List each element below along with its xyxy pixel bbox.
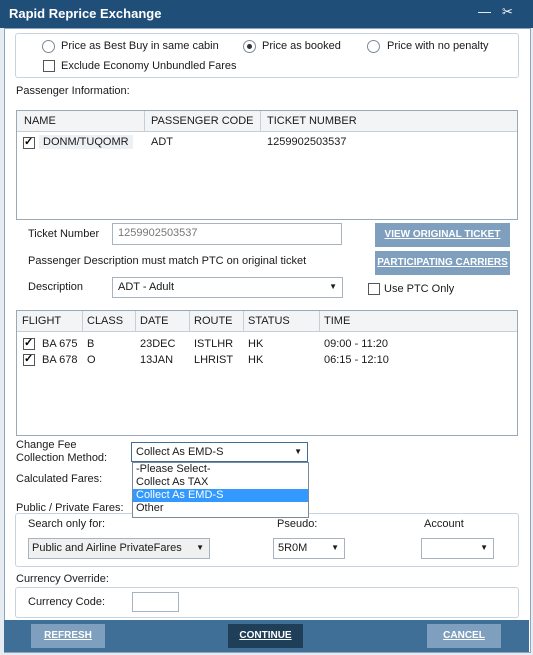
search-only-label: Search only for:	[28, 518, 106, 530]
pricing-options-panel: Price as Best Buy in same cabin Price as…	[15, 33, 519, 78]
footer-bar: REFRESH CONTINUE CANCEL	[4, 620, 529, 652]
pseudo-select[interactable]: 5R0M ▼	[273, 538, 345, 559]
refresh-button[interactable]: REFRESH	[31, 624, 105, 648]
passenger-code: ADT	[151, 136, 173, 148]
flight-route: LHRIST	[194, 354, 234, 366]
cancel-button[interactable]: CANCEL	[427, 624, 501, 648]
view-original-ticket-button[interactable]: VIEW ORIGINAL TICKET	[375, 223, 510, 247]
exclude-unbundled-checkbox[interactable]	[43, 60, 55, 73]
chevron-down-icon: ▼	[294, 447, 302, 456]
col-status: STATUS	[248, 315, 290, 327]
flight-row-checkbox[interactable]	[23, 352, 35, 367]
currency-code-label: Currency Code:	[28, 596, 106, 608]
currency-override-label: Currency Override:	[16, 573, 109, 585]
title-bar: Rapid Reprice Exchange — ✂	[0, 0, 533, 28]
flight-status: HK	[248, 338, 264, 350]
col-class: CLASS	[87, 315, 124, 327]
chevron-down-icon: ▼	[331, 543, 339, 552]
dropdown-option[interactable]: Collect As TAX	[133, 476, 308, 489]
radio-as-booked[interactable]	[243, 40, 256, 53]
radio-best-buy[interactable]	[42, 40, 55, 53]
calculated-fares-label: Calculated Fares:	[16, 473, 103, 485]
description-label: Description	[28, 281, 84, 293]
flight-number: BA 675	[42, 338, 78, 350]
flight-status: HK	[248, 354, 264, 366]
flight-date: 13JAN	[140, 354, 174, 366]
change-fee-dropdown: -Please Select- Collect As TAX Collect A…	[132, 462, 309, 518]
pseudo-label: Pseudo:	[277, 518, 318, 530]
radio-best-buy-label: Price as Best Buy in same cabin	[61, 40, 219, 52]
description-select[interactable]: ADT - Adult ▼	[112, 277, 343, 298]
dropdown-option[interactable]: Other	[133, 502, 308, 515]
dropdown-option[interactable]: -Please Select-	[133, 463, 308, 476]
pseudo-value: 5R0M	[278, 542, 308, 554]
currency-panel: Currency Code:	[15, 587, 519, 618]
passenger-ticket: 1259902503537	[267, 136, 347, 148]
col-route: ROUTE	[194, 315, 233, 327]
flight-class: B	[87, 338, 95, 350]
col-time: TIME	[324, 315, 351, 327]
change-fee-label-line1: Change Fee	[16, 439, 77, 451]
account-select[interactable]: ▼	[421, 538, 494, 559]
use-ptc-checkbox[interactable]	[368, 283, 380, 296]
change-fee-label: Change Fee Collection Method:	[16, 439, 107, 465]
flight-number: BA 678	[42, 354, 78, 366]
ptc-note: Passenger Description must match PTC on …	[28, 255, 307, 267]
flight-time: 09:00 - 11:20	[324, 338, 389, 350]
use-ptc-label: Use PTC Only	[384, 283, 455, 295]
search-only-value: Public and Airline PrivateFares	[32, 542, 182, 554]
radio-no-penalty-label: Price with no penalty	[387, 40, 489, 52]
passenger-section-label: Passenger Information:	[16, 85, 130, 97]
flight-row[interactable]: BA 675 B 23DEC ISTLHR HK 09:00 - 11:20	[17, 336, 517, 352]
description-value: ADT - Adult	[118, 281, 175, 293]
dropdown-option-highlighted[interactable]: Collect As EMD-S	[133, 489, 308, 502]
flight-row[interactable]: BA 678 O 13JAN LHRIST HK 06:15 - 12:10	[17, 352, 517, 368]
flight-time: 06:15 - 12:10	[324, 354, 389, 366]
search-only-select[interactable]: Public and Airline PrivateFares ▼	[28, 538, 210, 559]
participating-carriers-button[interactable]: PARTICIPATING CARRIERS	[375, 251, 510, 275]
passenger-row-checkbox[interactable]	[23, 135, 35, 150]
passenger-row[interactable]: DONM/TUQOMR ADT 1259902503537	[17, 133, 517, 151]
ticket-number-label: Ticket Number	[28, 228, 100, 240]
ticket-number-value: 1259902503537	[118, 227, 198, 239]
exclude-unbundled-label: Exclude Economy Unbundled Fares	[61, 60, 237, 72]
col-flight: FLIGHT	[22, 315, 62, 327]
col-passenger-code: PASSENGER CODE	[151, 115, 254, 127]
chevron-down-icon: ▼	[196, 543, 204, 552]
flight-route: ISTLHR	[194, 338, 234, 350]
flight-row-checkbox[interactable]	[23, 336, 35, 351]
window-title: Rapid Reprice Exchange	[9, 6, 162, 21]
change-fee-label-line2: Collection Method:	[16, 452, 108, 464]
passenger-grid-header: NAME PASSENGER CODE TICKET NUMBER	[17, 111, 517, 132]
public-private-panel: Search only for: Public and Airline Priv…	[15, 513, 519, 567]
col-ticket-number: TICKET NUMBER	[267, 115, 357, 127]
flight-grid: FLIGHT CLASS DATE ROUTE STATUS TIME BA 6…	[16, 310, 518, 436]
radio-no-penalty[interactable]	[367, 40, 380, 53]
passenger-grid: NAME PASSENGER CODE TICKET NUMBER DONM/T…	[16, 110, 518, 220]
col-date: DATE	[140, 315, 169, 327]
ticket-number-input[interactable]: 1259902503537	[112, 223, 342, 245]
change-fee-select[interactable]: Collect As EMD-S ▼	[131, 442, 308, 462]
chevron-down-icon: ▼	[480, 543, 488, 552]
passenger-name: DONM/TUQOMR	[39, 135, 133, 149]
continue-button[interactable]: CONTINUE	[228, 624, 303, 648]
flight-grid-header: FLIGHT CLASS DATE ROUTE STATUS TIME	[17, 311, 517, 332]
close-icon[interactable]: ✂	[502, 4, 513, 20]
flight-date: 23DEC	[140, 338, 176, 350]
change-fee-value: Collect As EMD-S	[136, 446, 224, 458]
radio-as-booked-label: Price as booked	[262, 40, 341, 52]
flight-class: O	[87, 354, 96, 366]
minimize-icon[interactable]: —	[478, 4, 491, 19]
chevron-down-icon: ▼	[329, 282, 337, 291]
account-label: Account	[424, 518, 464, 530]
currency-code-input[interactable]	[132, 592, 179, 612]
col-name: NAME	[24, 115, 56, 127]
